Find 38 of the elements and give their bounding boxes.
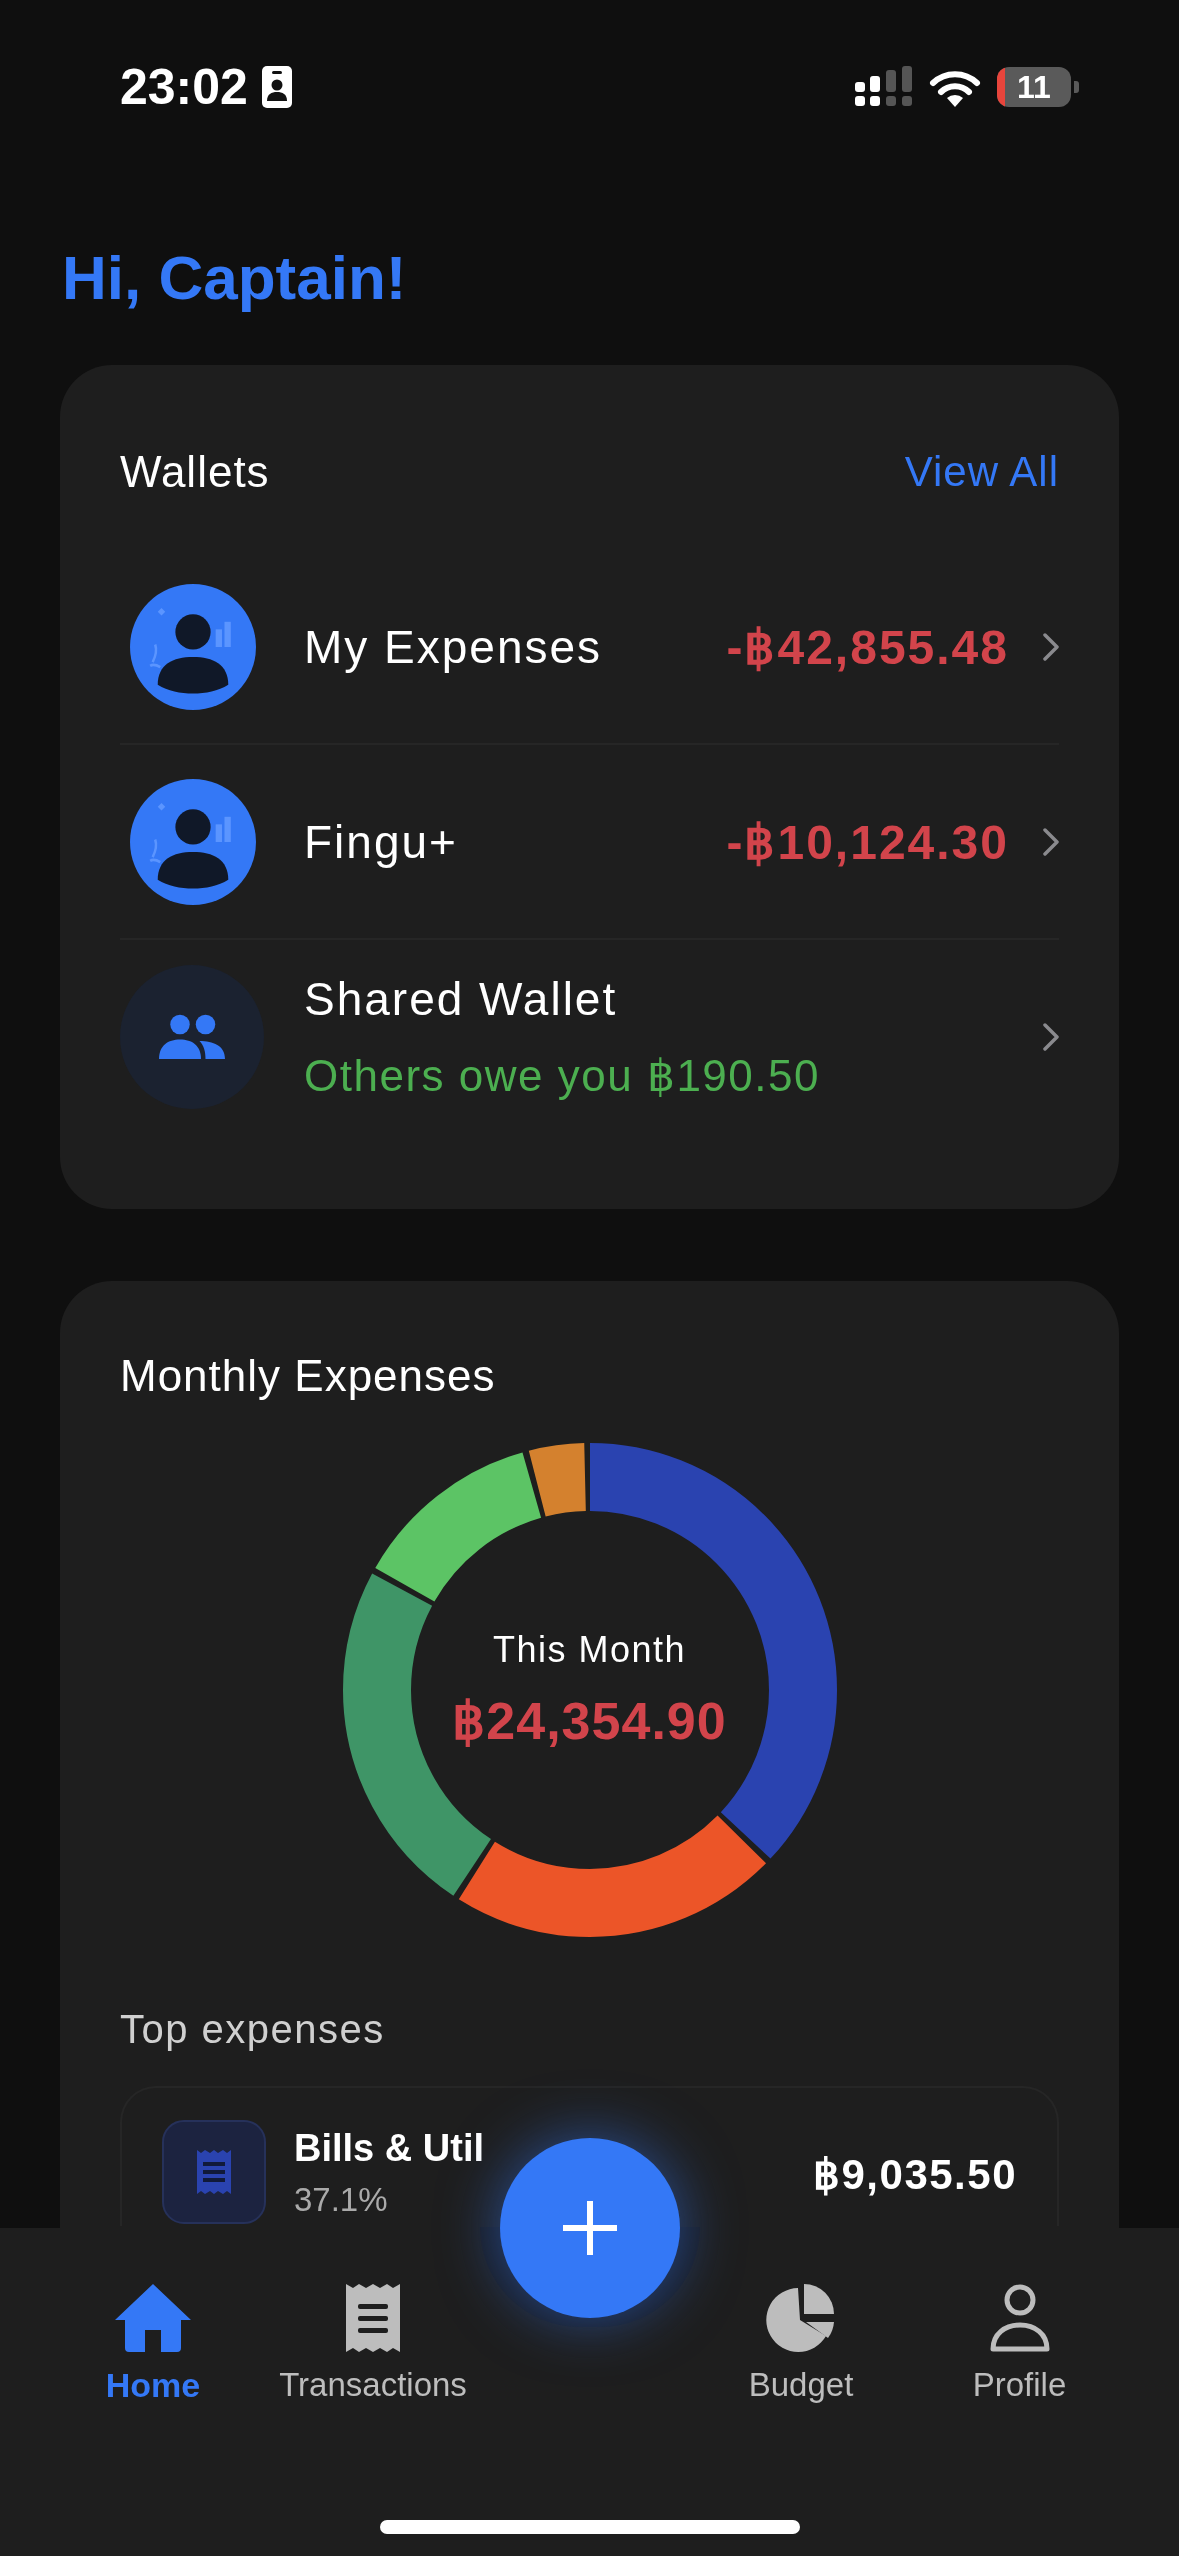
greeting-title: Hi, Captain! xyxy=(62,242,408,313)
donut-center-label: This Month xyxy=(492,1629,687,1671)
expense-share: 37.1% xyxy=(294,2181,389,2219)
expense-amount: ฿9,035.50 xyxy=(813,2150,1017,2199)
wallet-amount: -฿10,124.30 xyxy=(726,814,1009,870)
month-total-amount: ฿24,354.90 xyxy=(452,1691,727,1751)
wallet-item[interactable]: Fingu+ -฿10,124.30 xyxy=(120,745,1059,940)
pie-chart-icon xyxy=(766,2284,836,2352)
wallet-item[interactable]: My Expenses -฿42,855.48 xyxy=(120,550,1059,745)
chevron-right-icon xyxy=(1043,827,1059,856)
home-icon xyxy=(115,2284,191,2352)
signal-icon xyxy=(855,66,913,108)
expense-name: Bills & Util xyxy=(294,2128,486,2170)
plus-icon xyxy=(563,2201,617,2255)
wallet-name: Fingu+ xyxy=(304,814,459,869)
id-card-icon xyxy=(261,66,292,108)
avatar-icon xyxy=(130,778,256,905)
avatar-icon xyxy=(130,583,256,710)
section-title: Wallets xyxy=(120,447,270,497)
status-time: 23:02 xyxy=(120,58,248,116)
battery-indicator: 11 xyxy=(997,67,1079,107)
receipt-icon xyxy=(346,2284,400,2352)
wallet-balance-note: Others owe you ฿190.50 xyxy=(304,1050,821,1101)
chevron-right-icon xyxy=(1043,1022,1059,1051)
tab-item[interactable]: Profile xyxy=(900,2284,1139,2405)
view-all-link[interactable]: View All xyxy=(904,448,1059,496)
wallet-name: Shared Wallet xyxy=(304,972,619,1026)
wallet-amount: -฿42,855.48 xyxy=(726,619,1009,675)
tab-item[interactable]: Transactions xyxy=(268,2284,478,2405)
wallet-item[interactable]: Shared Wallet Others owe you ฿190.50 xyxy=(120,940,1059,1133)
section-title: Monthly Expenses xyxy=(120,1351,497,1401)
subsection-title: Top expenses xyxy=(120,2007,386,2052)
receipt-icon xyxy=(162,2120,266,2224)
wallet-name: My Expenses xyxy=(304,619,604,674)
person-icon xyxy=(989,2284,1050,2352)
tab-item[interactable]: Home xyxy=(38,2284,268,2405)
tab-item[interactable]: Budget xyxy=(702,2284,900,2405)
chevron-right-icon xyxy=(1043,632,1059,661)
